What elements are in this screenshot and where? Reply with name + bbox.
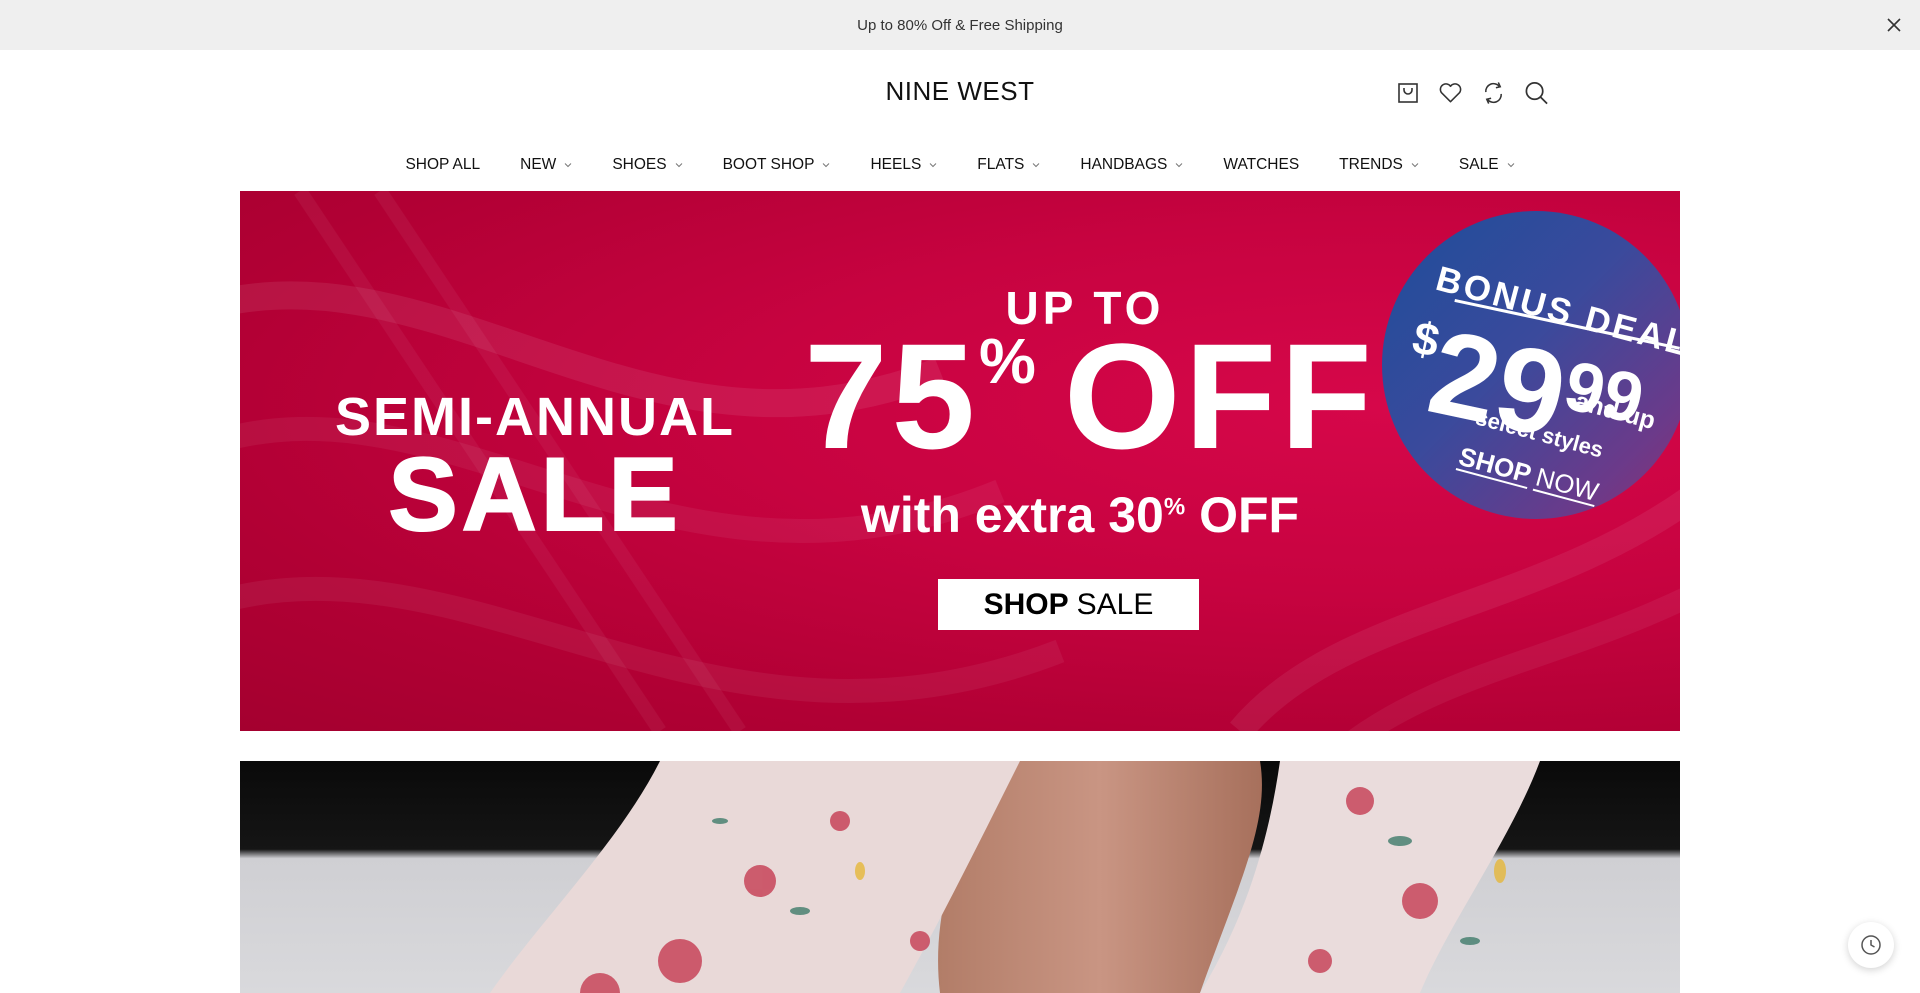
extra-discount-text: with extra 30% OFF [830, 486, 1330, 544]
nav-item-label: HANDBAGS [1080, 156, 1168, 173]
chevron-down-icon [1033, 163, 1040, 168]
bonus-shop-regular: NOW [1532, 461, 1602, 508]
shop-sale-button-bold: SHOP [983, 587, 1069, 621]
floral-heels-photo [240, 761, 1680, 993]
bonus-deal-badge[interactable]: BONUS DEAL $29 99 and up select styles SH… [1382, 211, 1680, 519]
cart-icon[interactable] [1395, 80, 1420, 105]
chevron-down-icon [823, 163, 830, 168]
extra-prefix: with extra 30 [860, 487, 1164, 543]
announcement-text: Up to 80% Off & Free Shipping [857, 16, 1063, 34]
hero-sale-banner[interactable]: SEMI-ANNUAL SALE UP TO 75% OFF with extra… [240, 191, 1680, 731]
nav-item-label: WATCHES [1223, 156, 1300, 173]
wishlist-heart-icon[interactable] [1438, 80, 1463, 105]
search-icon[interactable] [1524, 80, 1549, 105]
nav-item-new[interactable]: NEW [520, 156, 572, 174]
nav-item-handbags[interactable]: HANDBAGS [1080, 156, 1183, 174]
chevron-down-icon [929, 163, 937, 168]
announcement-bar: Up to 80% Off & Free Shipping [0, 0, 1920, 50]
site-logo[interactable]: NINE WEST [0, 76, 1920, 107]
chevron-down-icon [1411, 163, 1419, 168]
floral-heels-banner-image[interactable] [240, 761, 1680, 993]
nav-item-boot-shop[interactable]: BOOT SHOP [723, 156, 831, 174]
discount-headline: 75% OFF [795, 321, 1385, 471]
extra-percent: % [1163, 493, 1186, 521]
nav-item-label: BOOT SHOP [722, 156, 815, 173]
nav-item-label: SHOP ALL [405, 156, 481, 173]
discount-number: 75 [804, 312, 979, 480]
nav-item-heels[interactable]: HEELS [870, 156, 937, 174]
chevron-down-icon [675, 163, 682, 168]
nav-item-trends[interactable]: TRENDS [1339, 156, 1419, 174]
nav-item-sale[interactable]: SALE [1459, 156, 1515, 174]
recently-viewed-button[interactable] [1848, 922, 1894, 968]
recently-viewed-clock-icon [1861, 935, 1881, 955]
nav-item-label: FLATS [977, 156, 1025, 173]
shop-sale-button-regular: SALE [1076, 587, 1154, 621]
nav-item-label: TRENDS [1339, 156, 1403, 173]
nav-item-label: SALE [1458, 156, 1499, 173]
chevron-down-icon [1507, 163, 1514, 168]
sale-heading: SALE [387, 436, 682, 554]
nav-item-watches[interactable]: WATCHES [1223, 156, 1299, 174]
nav-item-label: NEW [520, 156, 557, 173]
header-actions [1395, 80, 1549, 105]
discount-off: OFF [1063, 312, 1376, 480]
chevron-down-icon [1176, 163, 1183, 168]
nav-item-label: SHOES [612, 156, 667, 173]
chevron-down-icon [564, 163, 572, 168]
nav-item-flats[interactable]: FLATS [977, 156, 1040, 174]
nav-item-label: HEELS [870, 156, 922, 173]
main-nav: SHOP ALL NEW SHOES BOOT SHOP HEELS FLATS… [0, 154, 1920, 176]
nav-item-shoes[interactable]: SHOES [612, 156, 682, 174]
extra-suffix: OFF [1199, 487, 1300, 543]
compare-refresh-icon[interactable] [1481, 80, 1506, 105]
discount-percent: % [979, 325, 1040, 397]
shop-sale-button[interactable]: SHOP SALE [938, 579, 1199, 630]
close-icon[interactable] [1882, 13, 1906, 37]
nav-item-shop-all[interactable]: SHOP ALL [405, 156, 480, 174]
